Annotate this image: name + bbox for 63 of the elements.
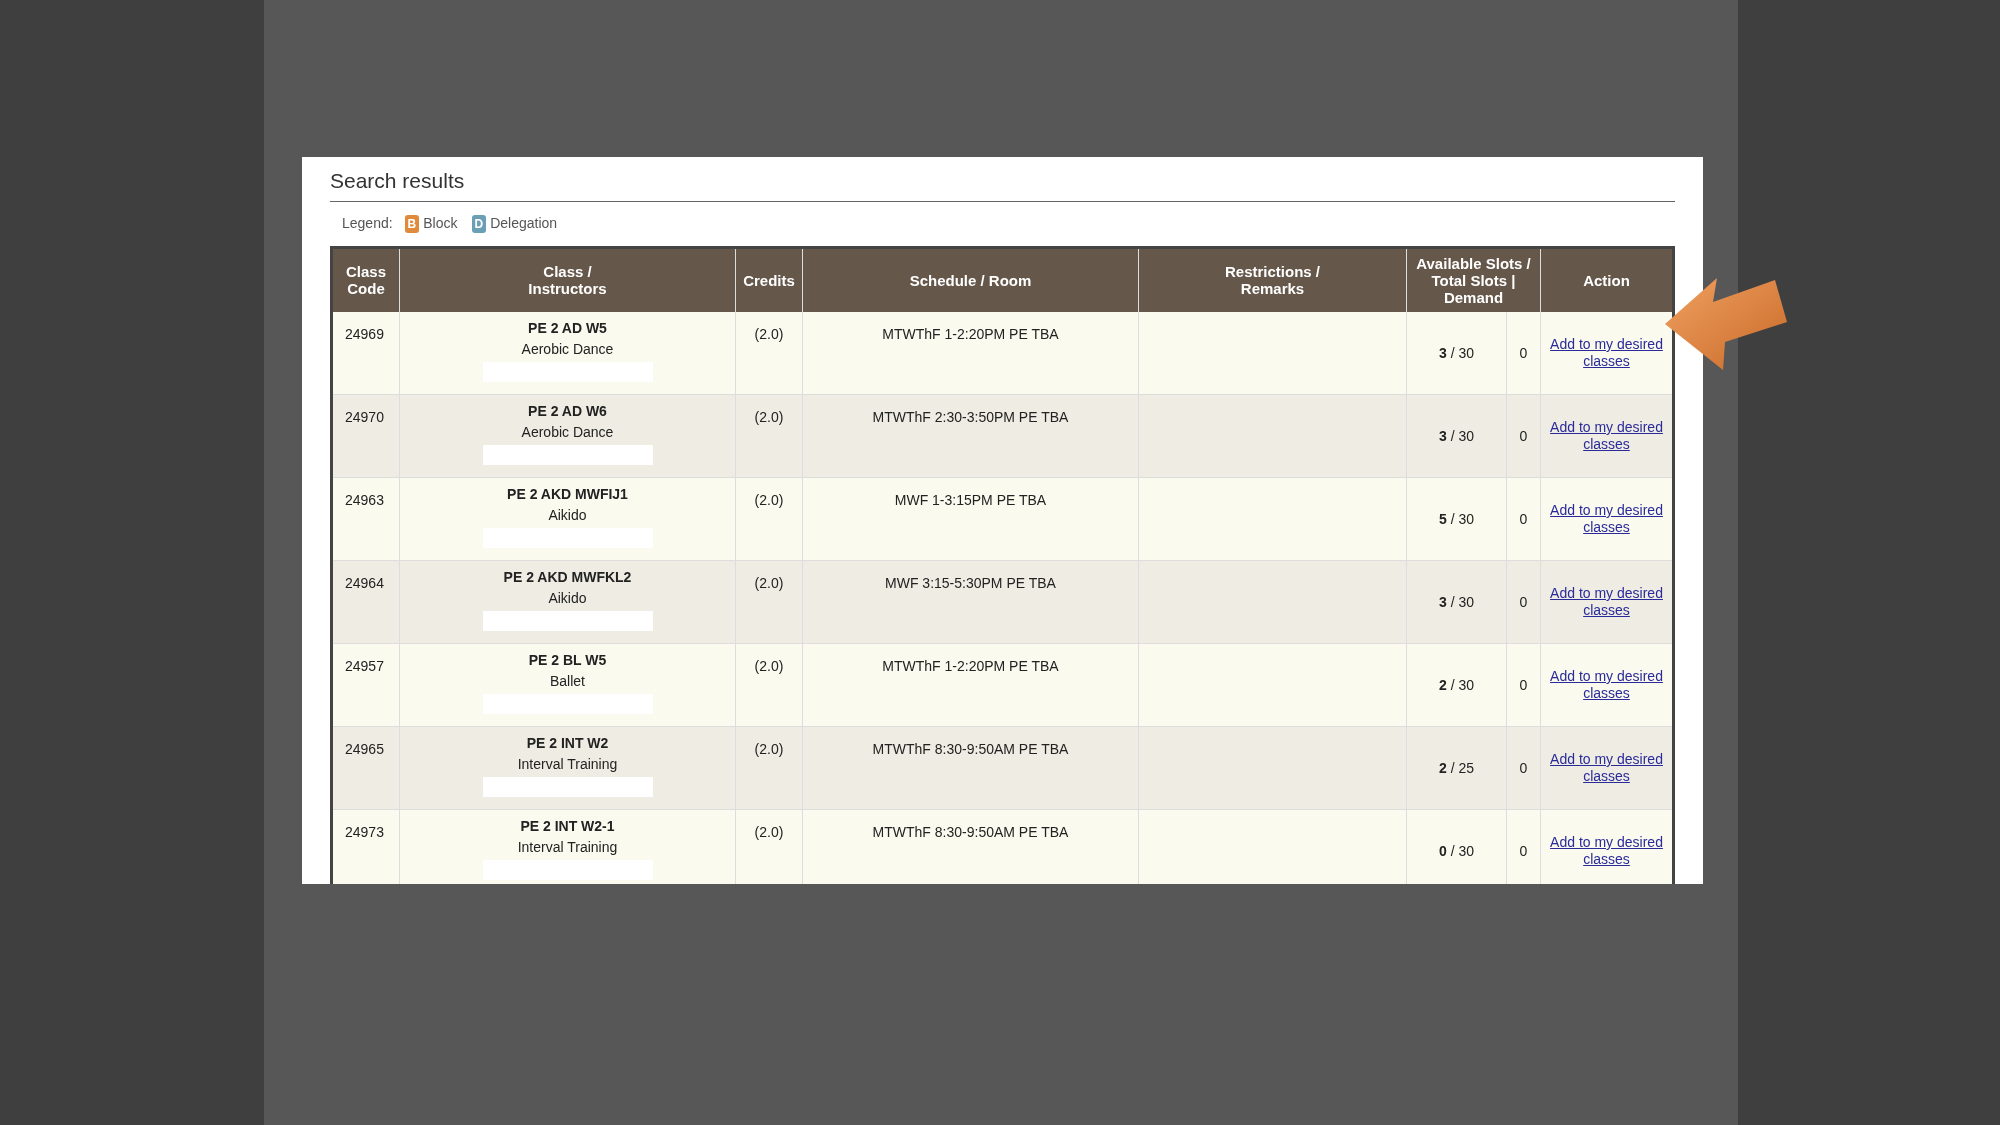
- class-title: Interval Training: [517, 838, 618, 857]
- table-cell: (2.0): [735, 809, 803, 884]
- class-section: PE 2 INT W2-1: [520, 816, 615, 837]
- legend-text: Delegation: [490, 214, 558, 233]
- page-heading: Search results: [330, 157, 1675, 202]
- table-cell: 24963: [331, 477, 400, 561]
- class-section: PE 2 INT W2: [526, 733, 609, 754]
- class-title: Aikido: [548, 506, 587, 525]
- table-cell: MTWThF 1-2:20PM PE TBA: [802, 312, 1139, 395]
- slots-count: 5 / 30: [1407, 478, 1507, 560]
- table-cell: (2.0): [735, 726, 803, 810]
- demand-count: 0: [1518, 510, 1529, 529]
- class-section: PE 2 BL W5: [528, 650, 607, 671]
- table-cell: (2.0): [735, 312, 803, 395]
- table-cell: 24965: [331, 726, 400, 810]
- slots-count: 3 / 30: [1407, 312, 1507, 394]
- add-class-link[interactable]: Add to my desired classes: [1545, 668, 1668, 702]
- demand-count: 0: [1518, 427, 1529, 446]
- table-cell: 24970: [331, 394, 400, 478]
- add-class-link[interactable]: Add to my desired classes: [1545, 834, 1668, 868]
- slots-count: 2 / 30: [1407, 644, 1507, 726]
- table-cell: MTWThF 8:30-9:50AM PE TBA: [802, 809, 1139, 884]
- class-title: Aikido: [548, 589, 587, 608]
- class-section: PE 2 AKD MWFKL2: [503, 567, 632, 588]
- table-cell: (2.0): [735, 394, 803, 478]
- table-cell: MTWThF 2:30-3:50PM PE TBA: [802, 394, 1139, 478]
- slots-count: 3 / 30: [1407, 561, 1507, 643]
- class-section: PE 2 AD W5: [528, 318, 607, 339]
- legend-text: Block: [423, 214, 458, 233]
- slots-count: 2 / 25: [1407, 727, 1507, 809]
- add-class-link[interactable]: Add to my desired classes: [1545, 751, 1668, 785]
- legend-label: Legend:: [342, 214, 393, 233]
- table-cell: 24973: [331, 809, 400, 884]
- table-cell: (2.0): [735, 643, 803, 727]
- demand-count: 0: [1518, 344, 1529, 363]
- table-cell: 24964: [331, 560, 400, 644]
- table-cell: MTWThF 1-2:20PM PE TBA: [802, 643, 1139, 727]
- slots-count: 3 / 30: [1407, 395, 1507, 477]
- class-title: Interval Training: [517, 755, 618, 774]
- table-cell: 24957: [331, 643, 400, 727]
- table-cell: MTWThF 8:30-9:50AM PE TBA: [802, 726, 1139, 810]
- table-cell: MWF 3:15-5:30PM PE TBA: [802, 560, 1139, 644]
- class-section: PE 2 AD W6: [528, 401, 607, 422]
- demand-count: 0: [1518, 842, 1529, 861]
- add-class-link[interactable]: Add to my desired classes: [1545, 585, 1668, 619]
- legend-badge: D: [471, 214, 487, 233]
- class-title: Ballet: [550, 672, 585, 691]
- demand-count: 0: [1518, 759, 1529, 778]
- add-class-link[interactable]: Add to my desired classes: [1545, 502, 1668, 536]
- table-cell: (2.0): [735, 560, 803, 644]
- class-title: Aerobic Dance: [521, 423, 614, 442]
- slots-count: 0 / 30: [1407, 810, 1507, 884]
- add-class-link[interactable]: Add to my desired classes: [1545, 419, 1668, 453]
- add-class-link[interactable]: Add to my desired classes: [1545, 336, 1668, 370]
- demand-count: 0: [1518, 593, 1529, 612]
- class-title: Aerobic Dance: [521, 340, 614, 359]
- arrow-icon: [1665, 278, 1787, 370]
- class-section: PE 2 AKD MWFIJ1: [507, 484, 628, 505]
- demand-count: 0: [1518, 676, 1529, 695]
- table-cell: MWF 1-3:15PM PE TBA: [802, 477, 1139, 561]
- table-cell: (2.0): [735, 477, 803, 561]
- legend-badge: B: [404, 214, 420, 233]
- table-cell: 24969: [331, 312, 400, 395]
